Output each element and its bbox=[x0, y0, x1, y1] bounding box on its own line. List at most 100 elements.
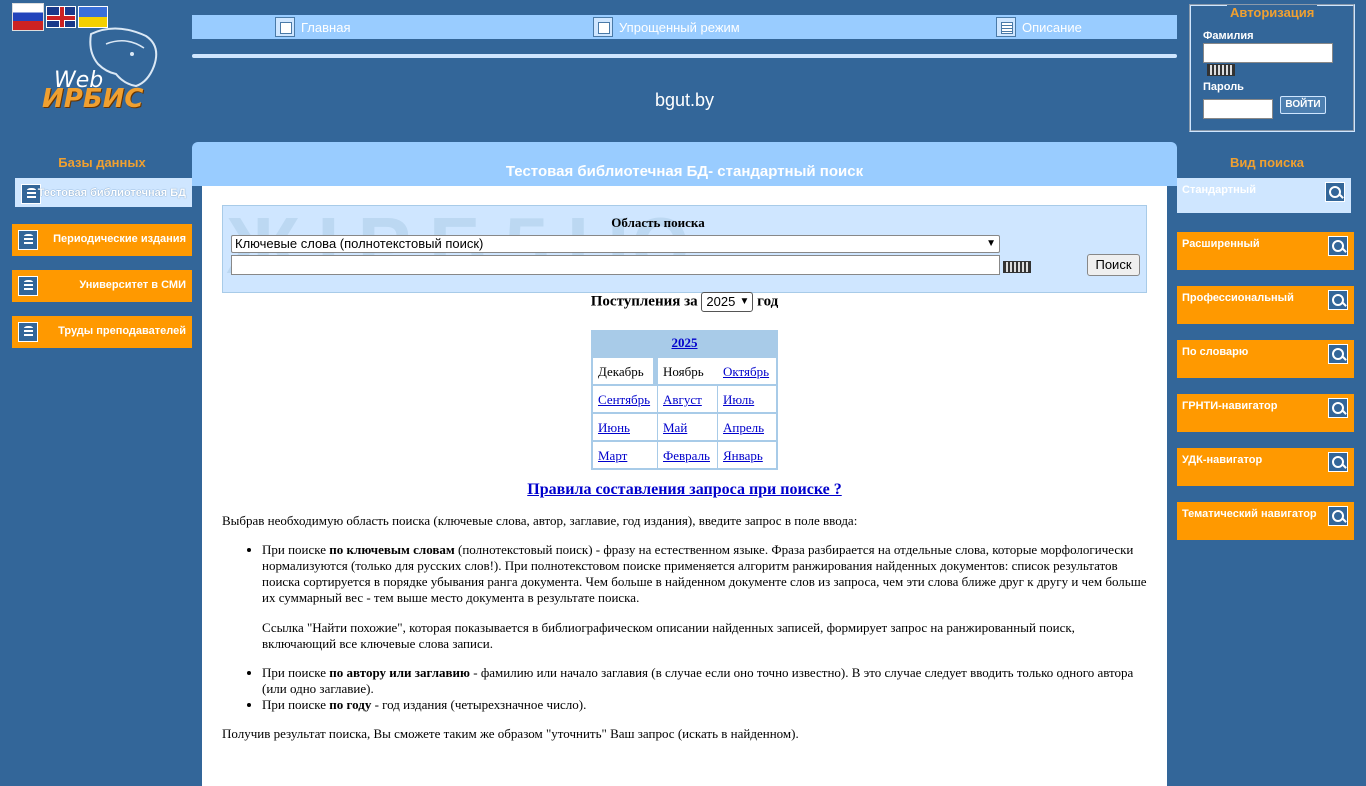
magnifier-icon bbox=[1328, 236, 1348, 256]
search-type-professional[interactable]: Профессиональный bbox=[1177, 286, 1354, 324]
search-type-label: Расширенный bbox=[1182, 238, 1260, 250]
search-area-select[interactable]: Ключевые слова (полнотекстовый поиск) ▼ bbox=[231, 235, 1000, 253]
calendar-month-link[interactable]: Август bbox=[658, 386, 717, 412]
search-type-udk[interactable]: УДК-навигатор bbox=[1177, 448, 1354, 486]
databases-heading: Базы данных bbox=[58, 155, 146, 170]
db-item-label: Университет в СМИ bbox=[79, 279, 186, 291]
search-area-label: Область поиска bbox=[611, 215, 705, 230]
auth-legend: Авторизация bbox=[1227, 5, 1318, 20]
window-icon bbox=[593, 17, 613, 37]
calendar-month-link[interactable]: Май bbox=[658, 414, 717, 440]
calendar-month-link[interactable]: Сентябрь bbox=[593, 386, 657, 412]
nav-description-link[interactable]: Описание bbox=[996, 17, 1082, 37]
window-icon bbox=[275, 17, 295, 37]
nav-simple-mode-link[interactable]: Упрощенный режим bbox=[593, 17, 740, 37]
calendar-month-link[interactable]: Февраль bbox=[658, 442, 717, 468]
calendar-month-link[interactable]: Март bbox=[593, 442, 657, 468]
help-item-year: При поиске по году - год издания (четыре… bbox=[262, 697, 1152, 713]
help-intro: Выбрав необходимую область поиска (ключе… bbox=[222, 513, 858, 528]
magnifier-icon bbox=[1328, 344, 1348, 364]
keyboard-icon[interactable] bbox=[1207, 64, 1235, 76]
nav-simple-mode-label: Упрощенный режим bbox=[619, 19, 740, 35]
database-icon bbox=[18, 322, 38, 342]
db-item-faculty-works[interactable]: Труды преподавателей bbox=[12, 316, 192, 348]
query-input[interactable] bbox=[231, 255, 1000, 275]
search-type-label: УДК-навигатор bbox=[1182, 454, 1263, 466]
db-item-label: Периодические издания bbox=[53, 233, 186, 245]
list-icon bbox=[996, 17, 1016, 37]
help-list: При поиске по ключевым словам (полнотекс… bbox=[222, 542, 1152, 713]
help-outro: Получив результат поиска, Вы сможете так… bbox=[222, 726, 799, 741]
auth-panel: Авторизация Фамилия Пароль ВОЙТИ bbox=[1189, 4, 1355, 132]
calendar-month-link[interactable]: Июнь bbox=[593, 414, 657, 440]
magnifier-icon bbox=[1328, 506, 1348, 526]
nav-description-label: Описание bbox=[1022, 19, 1082, 35]
db-item-periodicals[interactable]: Периодические издания bbox=[12, 224, 192, 256]
calendar-month-link[interactable]: Апрель bbox=[718, 414, 776, 440]
arrivals-prefix: Поступления за bbox=[590, 293, 698, 310]
nav-divider bbox=[192, 54, 1177, 58]
search-type-dictionary[interactable]: По словарю bbox=[1177, 340, 1354, 378]
search-type-label: Профессиональный bbox=[1182, 292, 1294, 304]
database-icon bbox=[18, 276, 38, 296]
search-form: ЖІРБ5ІЮ Область поиска Ключевые слова (п… bbox=[222, 205, 1147, 293]
database-icon bbox=[18, 230, 38, 250]
search-area-value: Ключевые слова (полнотекстовый поиск) bbox=[235, 236, 484, 251]
help-item-text: При поиске bbox=[262, 697, 330, 712]
search-type-extended[interactable]: Расширенный bbox=[1177, 232, 1354, 270]
year-select-value: 2025 bbox=[706, 294, 736, 309]
help-text: Выбрав необходимую область поиска (ключе… bbox=[222, 513, 1152, 755]
search-type-label: Тематический навигатор bbox=[1182, 508, 1317, 520]
db-item-label: Труды преподавателей bbox=[58, 325, 186, 337]
calendar-month-link[interactable]: Июль bbox=[718, 386, 776, 412]
calendar-month-link[interactable]: Октябрь bbox=[718, 358, 776, 384]
help-item-text: - год издания (четырехзначное число). bbox=[371, 697, 587, 712]
search-type-grnti[interactable]: ГРНТИ-навигатор bbox=[1177, 394, 1354, 432]
login-button[interactable]: ВОЙТИ bbox=[1280, 96, 1326, 114]
help-item-note: Ссылка "Найти похожие", которая показыва… bbox=[262, 620, 1075, 651]
page-title: Тестовая библиотечная БД- стандартный по… bbox=[505, 163, 864, 180]
password-label: Пароль bbox=[1203, 81, 1244, 93]
year-select[interactable]: 2025 ▼ bbox=[701, 292, 754, 312]
search-types-heading: Вид поиска bbox=[1230, 155, 1304, 170]
arrivals-row: Поступления за 2025 ▼ год bbox=[202, 292, 1167, 312]
magnifier-icon bbox=[1325, 182, 1345, 202]
search-button[interactable]: Поиск bbox=[1087, 254, 1140, 276]
magnifier-icon bbox=[1328, 398, 1348, 418]
help-item-text: При поиске bbox=[262, 542, 330, 557]
arrivals-suffix: год bbox=[757, 293, 779, 310]
logo-irbis-text: ИРБИС bbox=[42, 84, 144, 114]
surname-input[interactable] bbox=[1203, 43, 1333, 63]
search-type-label: ГРНТИ-навигатор bbox=[1182, 400, 1278, 412]
magnifier-icon bbox=[1328, 452, 1348, 472]
calendar-month: Ноябрь bbox=[658, 358, 718, 384]
chevron-down-icon: ▼ bbox=[986, 238, 996, 249]
calendar-month: Декабрь bbox=[593, 358, 653, 384]
surname-label: Фамилия bbox=[1203, 30, 1254, 42]
help-item-bold: по году bbox=[329, 697, 372, 712]
search-type-thematic[interactable]: Тематический навигатор bbox=[1177, 502, 1354, 540]
webirbis-logo: Web ИРБИС bbox=[36, 24, 166, 124]
keyboard-icon[interactable] bbox=[1003, 261, 1031, 273]
db-item-label: Тестовая библиотечная БД bbox=[37, 187, 186, 199]
search-type-label: Стандартный bbox=[1182, 184, 1256, 196]
calendar-year-link[interactable]: 2025 bbox=[591, 335, 778, 351]
help-item-keywords: При поиске по ключевым словам (полнотекс… bbox=[262, 542, 1152, 665]
nav-home-label: Главная bbox=[301, 19, 351, 35]
db-item-university-media[interactable]: Университет в СМИ bbox=[12, 270, 192, 302]
query-rules-link[interactable]: Правила составления запроса при поиске ? bbox=[202, 481, 1167, 499]
help-item-author: При поиске по автору или заглавию - фами… bbox=[262, 665, 1152, 697]
search-type-label: По словарю bbox=[1182, 346, 1249, 358]
db-item-test-library[interactable]: Тестовая библиотечная БД bbox=[12, 178, 192, 210]
site-name: bgut.by bbox=[654, 90, 715, 110]
help-item-bold: по ключевым словам bbox=[329, 542, 455, 557]
help-item-text: При поиске bbox=[262, 665, 330, 680]
arrivals-calendar: 2025 Декабрь Ноябрь Октябрь Сентябрь Авг… bbox=[591, 330, 778, 470]
search-type-standard[interactable]: Стандартный bbox=[1177, 178, 1354, 216]
calendar-month-link[interactable]: Январь bbox=[718, 442, 776, 468]
chevron-down-icon: ▼ bbox=[739, 296, 750, 307]
nav-home-link[interactable]: Главная bbox=[275, 17, 350, 37]
help-item-bold: по автору или заглавию bbox=[329, 665, 470, 680]
top-nav: Главная Упрощенный режим Описание bbox=[192, 15, 1177, 39]
password-input[interactable] bbox=[1203, 99, 1273, 119]
